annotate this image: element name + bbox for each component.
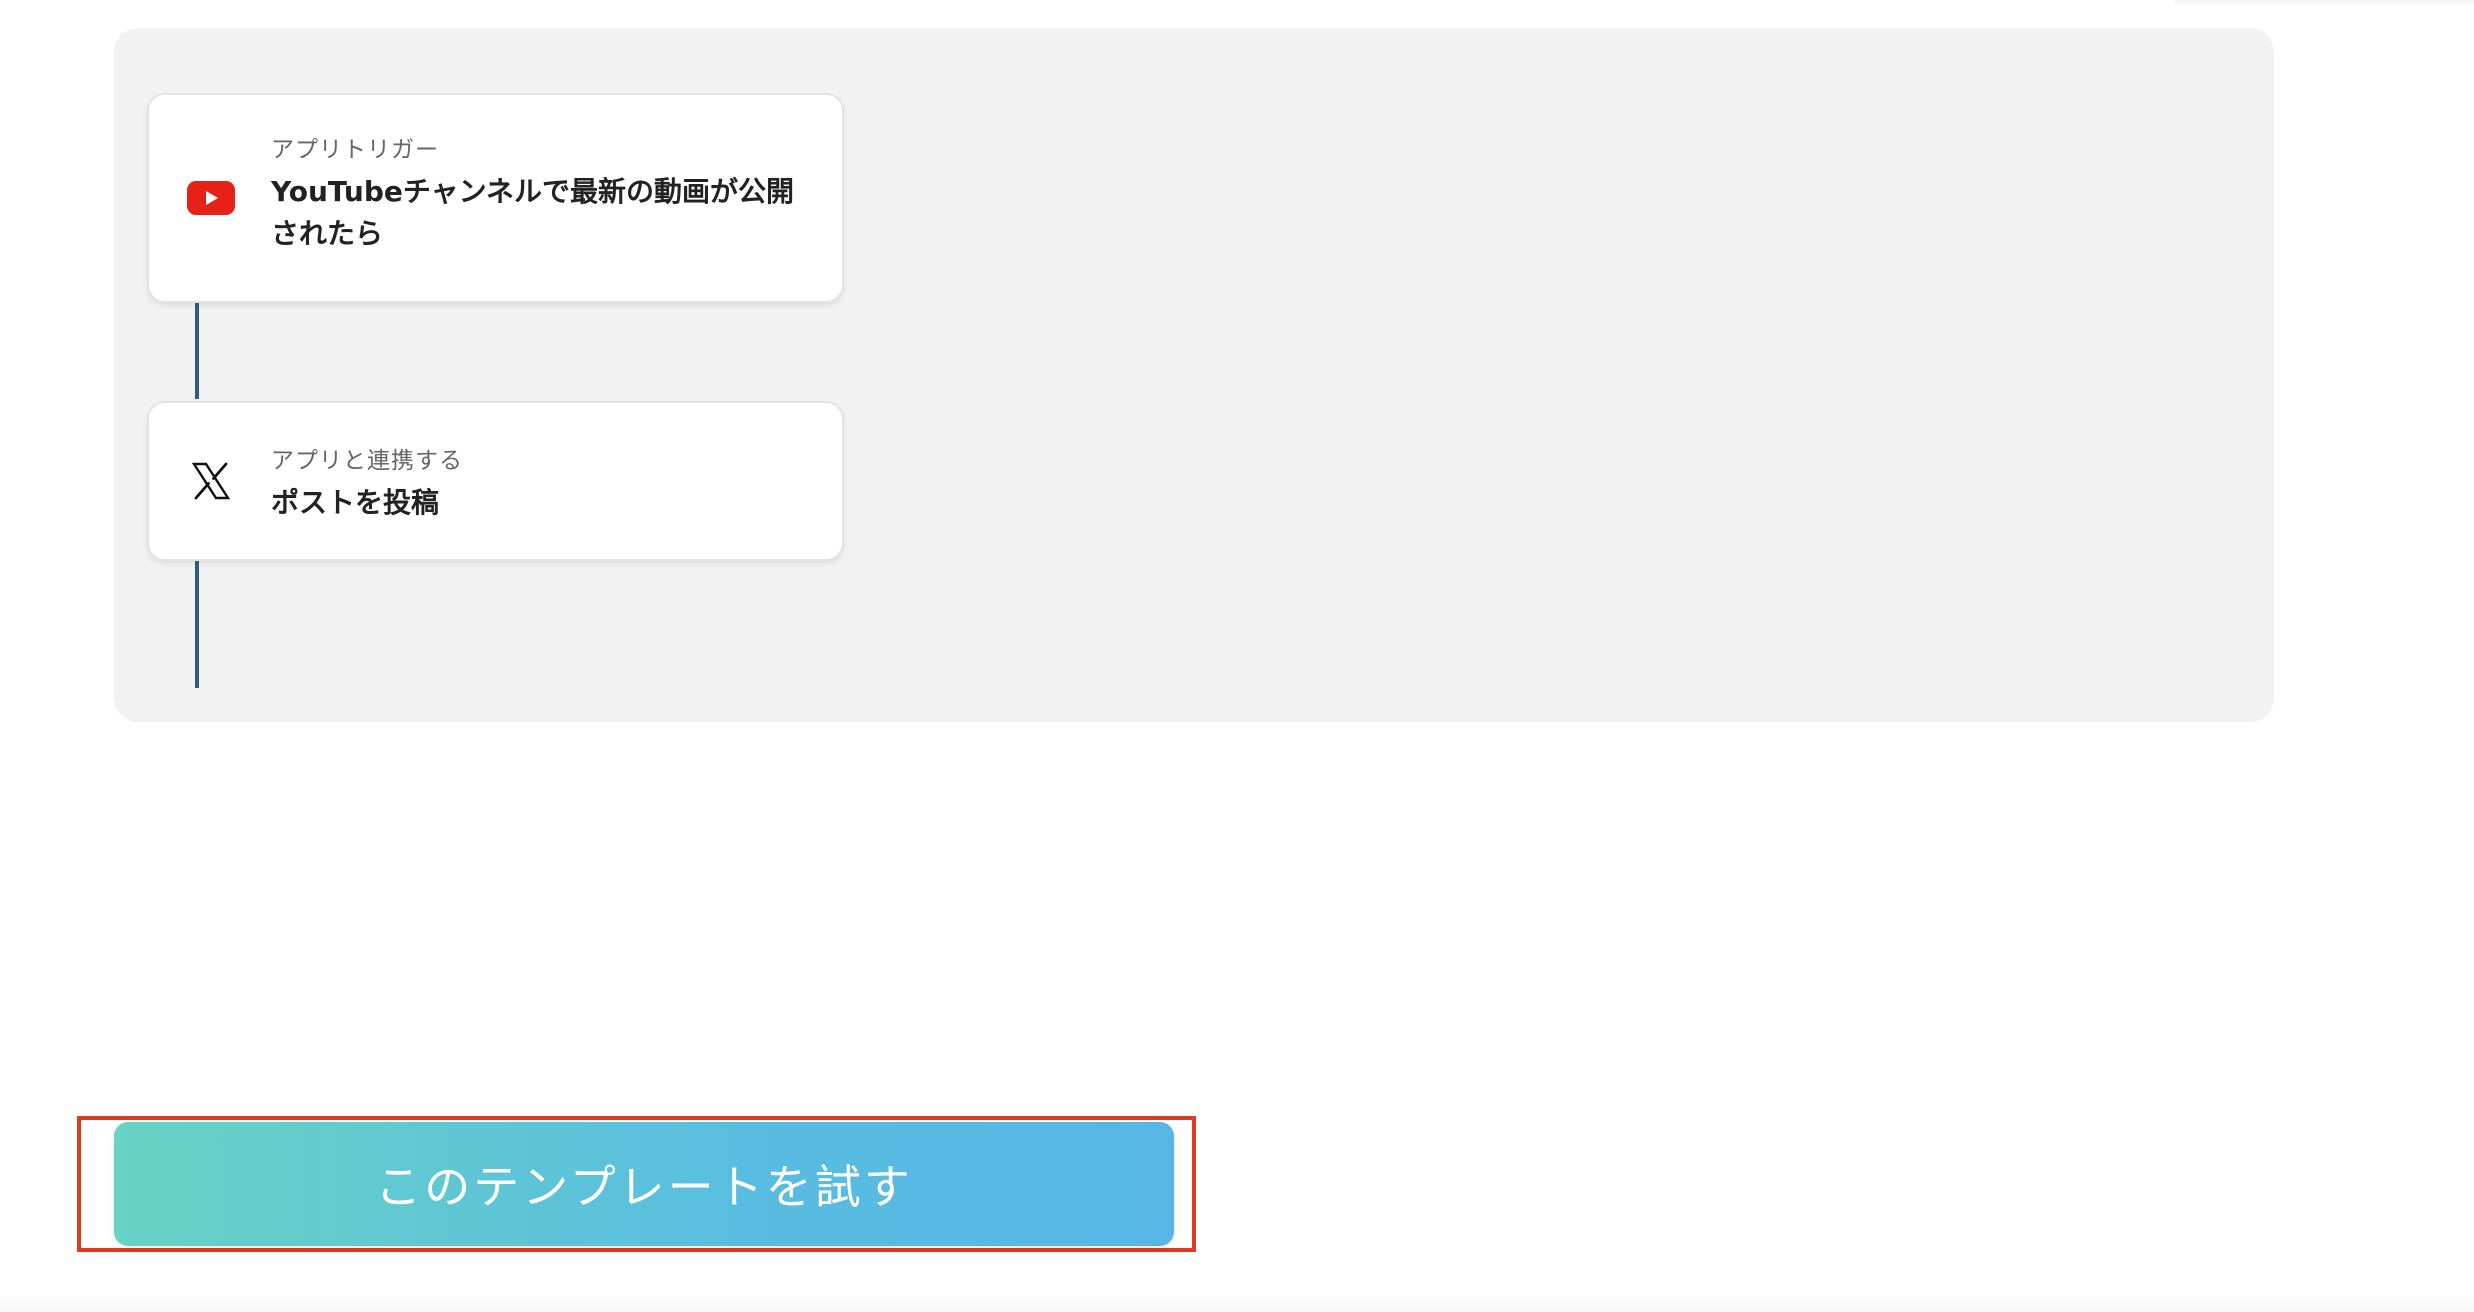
step-text: アプリトリガー YouTubeチャンネルで最新の動画が公開されたら: [271, 135, 802, 255]
step-text: アプリと連携する ポストを投稿: [271, 446, 802, 524]
top-right-shadow: [2174, 0, 2474, 6]
flow-connector: [195, 301, 199, 399]
flow-panel: アプリトリガー YouTubeチャンネルで最新の動画が公開されたら アプリと連携…: [114, 28, 2274, 722]
x-icon: [185, 455, 237, 507]
try-template-button[interactable]: このテンプレートを試す: [114, 1122, 1174, 1246]
step-kind-label: アプリトリガー: [271, 137, 439, 163]
step-title: YouTubeチャンネルで最新の動画が公開されたら: [271, 175, 795, 250]
step-title: ポストを投稿: [271, 486, 440, 519]
step-kind-label: アプリと連携する: [271, 448, 463, 474]
youtube-icon: [185, 172, 237, 224]
flow-connector: [195, 559, 199, 688]
page: アプリトリガー YouTubeチャンネルで最新の動画が公開されたら アプリと連携…: [0, 0, 2474, 1312]
step-card-x-post[interactable]: アプリと連携する ポストを投稿: [147, 401, 844, 561]
bottom-shade: [0, 1294, 2474, 1312]
step-card-youtube-trigger[interactable]: アプリトリガー YouTubeチャンネルで最新の動画が公開されたら: [147, 93, 844, 303]
